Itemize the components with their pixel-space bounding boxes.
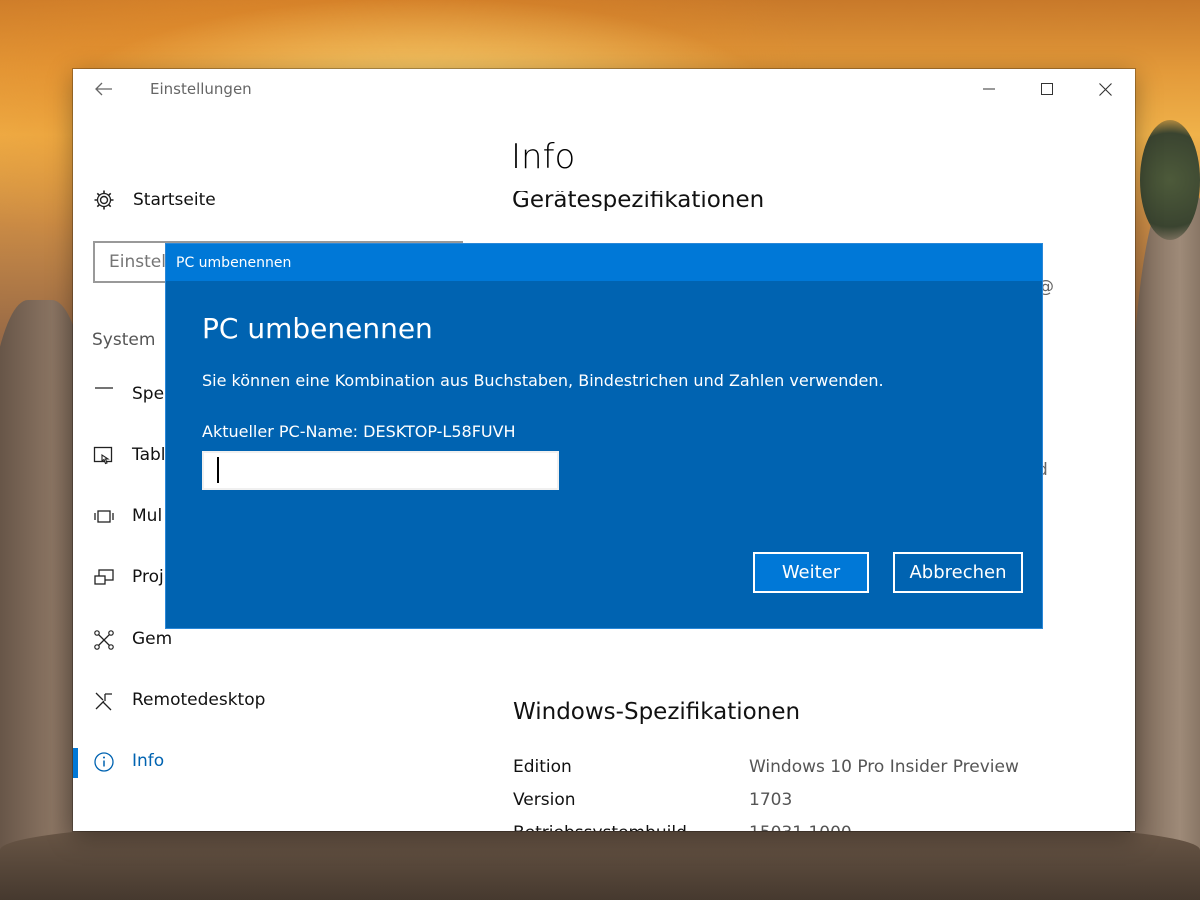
sidebar-item-label: Tabl [132,445,166,465]
background-rock-bottom [0,820,1200,900]
info-icon [93,751,115,773]
spec-key: Version [513,790,576,810]
sidebar-item-label: Spe [132,384,165,404]
gear-icon [94,190,114,210]
close-button[interactable] [1076,69,1134,109]
device-specs-heading: Gerätespezifikationen [512,191,765,211]
cancel-button[interactable]: Abbrechen [893,552,1023,593]
dialog-heading: PC umbenennen [202,312,433,345]
projecting-icon [93,567,115,589]
section-label: System [92,330,156,350]
remote-desktop-icon [93,690,115,712]
sidebar-item-remote-desktop[interactable]: Remotedesktop [73,679,493,723]
maximize-button[interactable] [1018,69,1076,109]
spec-key: Edition [513,757,572,777]
sidebar-item-label: Remotedesktop [132,690,266,710]
sidebar-item-label: Mul [132,506,163,526]
sidebar-item-info[interactable]: Info [73,740,493,784]
spec-row-os-build: Betriebssystembuild 15031.1000 [513,823,1113,831]
multitasking-icon [93,506,115,528]
spec-value: Windows 10 Pro Insider Preview [749,757,1019,777]
next-button[interactable]: Weiter [753,552,869,593]
background-rock-right [1130,190,1200,900]
dialog-title-bar: PC umbenennen [166,244,1042,281]
new-pc-name-input[interactable] [202,451,559,490]
minimize-button[interactable] [960,69,1018,109]
shared-experiences-icon [93,629,115,651]
rename-pc-dialog: PC umbenennen PC umbenennen Sie können e… [166,244,1042,628]
home-link[interactable]: Startseite [93,189,216,211]
text-caret [217,457,219,483]
background-trees [1140,120,1200,240]
tablet-mode-icon [93,445,115,467]
dialog-description: Sie können eine Kombination aus Buchstab… [202,371,884,390]
spec-key: Betriebssystembuild [513,823,687,831]
sidebar-item-label: Gem [132,629,173,649]
current-pc-name: Aktueller PC-Name: DESKTOP-L58FUVH [202,422,516,441]
sidebar-item-label: Proj [132,567,164,587]
spec-row-edition: Edition Windows 10 Pro Insider Preview [513,757,1113,781]
page-title: Info [511,137,576,177]
title-bar: Einstellungen [73,69,1135,109]
close-icon [1098,82,1112,96]
spec-row-version: Version 1703 [513,790,1113,814]
sidebar-item-label: Info [132,751,165,771]
window-title: Einstellungen [150,80,252,98]
back-button[interactable] [87,75,121,103]
spec-value: 1703 [749,790,793,810]
spec-value: 15031.1000 [749,823,852,831]
back-arrow-icon [95,82,112,96]
home-label: Startseite [133,190,216,210]
windows-specs-heading: Windows-Spezifikationen [513,699,801,725]
minimize-icon [983,88,995,90]
storage-icon [93,384,115,406]
dialog-title: PC umbenennen [176,255,292,271]
maximize-icon [1041,83,1053,95]
